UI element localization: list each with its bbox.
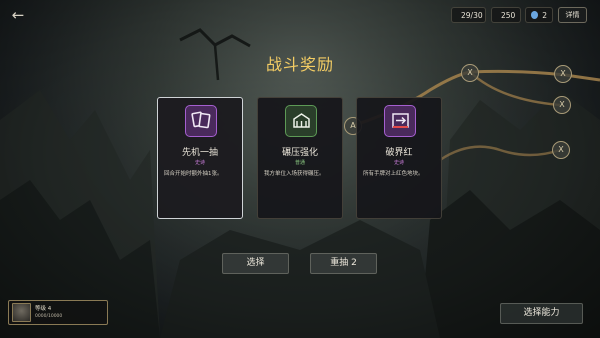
hp-counter: 29/30 <box>451 7 486 23</box>
reward-title: 战斗奖励 <box>265 55 334 74</box>
cards-icon <box>185 105 217 137</box>
card-title: 碾压强化 <box>281 148 318 158</box>
card-title: 破界红 <box>385 148 413 158</box>
player-xp: 0000/10000 <box>35 314 63 319</box>
reward-card[interactable]: 破界红 史诗 所有手牌对上红色地块。 <box>356 97 442 219</box>
hp-value: 29/30 <box>461 10 483 20</box>
arrow-left-icon: ← <box>11 6 25 24</box>
reward-card[interactable]: 先机一抽 史诗 回合开始时额外抽1张。 <box>157 97 243 219</box>
details-button[interactable]: 详情 <box>558 7 587 23</box>
gold-value: 250 <box>501 10 516 20</box>
player-panel: 等级 4 0000/10000 <box>8 300 108 325</box>
gem-counter: 2 <box>525 7 553 23</box>
gold-counter: 250 <box>491 7 521 23</box>
card-title: 先机一抽 <box>181 148 218 158</box>
reroll-button[interactable]: 重抽 2 <box>310 253 377 274</box>
card-rarity: 史诗 <box>194 160 205 166</box>
reward-card[interactable]: 碾压强化 普通 我方单位入场获得碾压。 <box>257 97 343 219</box>
gem-value: 2 <box>542 10 547 20</box>
select-button[interactable]: 选择 <box>222 253 289 274</box>
map-node[interactable]: X <box>553 96 571 114</box>
back-button[interactable]: ← <box>8 6 28 24</box>
gem-icon <box>531 11 539 19</box>
map-node[interactable]: X <box>552 141 570 159</box>
fortress-icon <box>285 105 317 137</box>
card-description: 回合开始时额外抽1张。 <box>164 171 223 177</box>
card-rarity: 普通 <box>294 160 305 166</box>
card-description: 所有手牌对上红色地块。 <box>363 171 424 177</box>
avatar <box>12 303 31 322</box>
player-level: 等级 4 <box>35 306 52 312</box>
card-rarity: 史诗 <box>393 160 404 166</box>
arrow-box-icon <box>384 105 416 137</box>
choose-ability-button[interactable]: 选择能力 <box>500 303 583 324</box>
card-description: 我方单位入场获得碾压。 <box>264 171 325 177</box>
